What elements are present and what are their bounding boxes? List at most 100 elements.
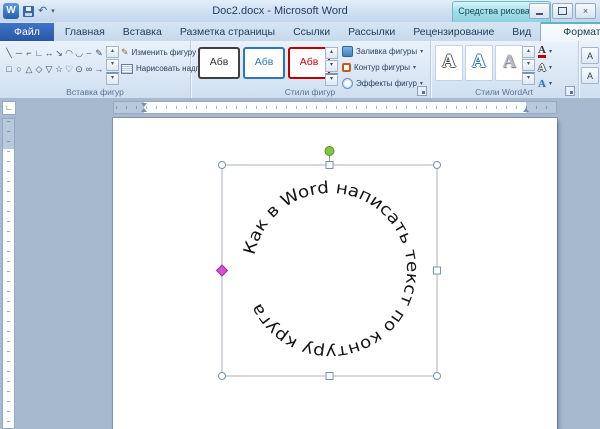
shape-gallery-up-icon[interactable]: ▴ [106, 46, 119, 58]
text-outline-button[interactable]: А ▾ [538, 61, 552, 74]
tab-file[interactable]: Файл [0, 23, 54, 41]
vertical-ruler[interactable] [2, 118, 15, 429]
shape-gallery-more-icon[interactable]: ▾ [106, 72, 119, 85]
text-fill-icon: А [538, 44, 546, 58]
word-logo-icon[interactable]: W [3, 3, 19, 19]
shape-circle-icon[interactable]: ○ [14, 62, 24, 76]
shape-scribble-icon[interactable]: ✎ [94, 46, 104, 60]
shape-infinity-icon[interactable]: ∞ [84, 62, 94, 76]
group-insert-shapes: ╲ ─ ⌐ ∟ ↔ ↘ ◠ ◡ ⌣ ✎ □ ○ △ ◇ ▽ ☆ ♡ ⊙ ∞ → … [0, 41, 213, 98]
tab-selector-box[interactable]: ∟ [2, 101, 16, 115]
resize-handle-e[interactable] [433, 266, 441, 275]
resize-handle-ne[interactable] [433, 161, 441, 169]
title-bar: W ↶ ▾ Doc2.docx - Microsoft Word Средств… [0, 0, 600, 23]
group-shape-styles: Абв Абв Абв ▴ ▾ ▾ Заливка фигуры ▾ Конту… [190, 41, 431, 98]
shape-arc-up-icon[interactable]: ◠ [64, 46, 74, 60]
maximize-button[interactable] [552, 3, 573, 19]
cutoff-button-2[interactable]: А [581, 67, 599, 84]
adjustment-diamond-handle[interactable] [215, 264, 229, 277]
cutoff-icon-1: А [586, 50, 593, 61]
ribbon-tab-bar: Файл Главная Вставка Разметка страницы С… [0, 22, 600, 42]
paint-bucket-icon [342, 46, 353, 57]
shape-triangle-icon[interactable]: △ [24, 62, 34, 76]
shape-fill-button[interactable]: Заливка фигуры ▾ [342, 45, 423, 58]
shape-styles-dialog-launcher-icon[interactable] [417, 86, 427, 96]
maximize-icon [558, 7, 567, 15]
resize-handle-n[interactable] [325, 161, 334, 169]
tab-format-active[interactable]: Формат [540, 22, 600, 41]
shape-arc-down-icon[interactable]: ◡ [74, 46, 84, 60]
wordart-more-icon[interactable]: ▾ [522, 72, 535, 85]
shape-gallery-row-2: □ ○ △ ◇ ▽ ☆ ♡ ⊙ ∞ → [4, 62, 104, 76]
shape-arrow-icon[interactable]: ↔ [44, 46, 54, 60]
shape-style-gallery: Абв Абв Абв [198, 47, 330, 79]
tab-mailings[interactable]: Рассылки [339, 23, 404, 41]
shape-style-preview-2[interactable]: Абв [243, 47, 285, 79]
wordart-style-preview-3[interactable]: А [495, 45, 523, 81]
undo-icon[interactable]: ↶ [38, 3, 47, 19]
cutoff-button-1[interactable]: А [581, 47, 599, 64]
shape-style-scroll: ▴ ▾ ▾ [325, 47, 338, 86]
save-icon[interactable] [23, 5, 34, 17]
text-fill-button[interactable]: А ▾ [538, 45, 552, 58]
shape-elbow-icon[interactable]: ⌐ [24, 46, 34, 60]
chevron-down-icon: ▾ [412, 65, 416, 71]
document-page[interactable]: Как в Word написать текст по контуру кру… [113, 118, 557, 429]
shape-outline-button[interactable]: Контур фигуры ▾ [342, 61, 423, 74]
chevron-down-icon: ▾ [548, 65, 552, 71]
shape-diamond-icon[interactable]: ◇ [34, 62, 44, 76]
close-button[interactable]: × [575, 3, 596, 19]
circular-wordart-text[interactable]: Как в Word написать текст по контуру кру… [240, 178, 422, 362]
wordart-style-preview-2[interactable]: А [465, 45, 493, 81]
shape-style-preview-3[interactable]: Абв [288, 47, 330, 79]
shape-star-icon[interactable]: ☆ [54, 62, 64, 76]
tab-page-layout[interactable]: Разметка страницы [171, 23, 284, 41]
shape-style-down-icon[interactable]: ▾ [325, 60, 338, 72]
qat-dropdown-icon[interactable]: ▾ [51, 7, 55, 15]
shape-hline-icon[interactable]: ─ [14, 46, 24, 60]
shape-triangle-down-icon[interactable]: ▽ [44, 62, 54, 76]
wordart-buttons: А ▾ А ▾ А ▾ [538, 45, 552, 90]
vertical-ruler-ticks [7, 121, 10, 426]
tab-view[interactable]: Вид [503, 23, 540, 41]
window-title: Doc2.docx - Microsoft Word [212, 5, 348, 17]
wordart-dialog-launcher-icon[interactable] [565, 86, 575, 96]
shape-diag-arrow-icon[interactable]: ↘ [54, 46, 64, 60]
shape-gallery-down-icon[interactable]: ▾ [106, 59, 119, 71]
tab-home[interactable]: Главная [56, 23, 114, 41]
chevron-down-icon: ▾ [420, 49, 424, 55]
tab-review[interactable]: Рецензирование [404, 23, 503, 41]
shape-donut-icon[interactable]: ⊙ [74, 62, 84, 76]
tab-insert[interactable]: Вставка [114, 23, 171, 41]
shape-rectangle-icon[interactable]: □ [4, 62, 14, 76]
wordart-style-preview-1[interactable]: А [435, 45, 463, 81]
edit-shape-label: Изменить фигуру [131, 48, 197, 57]
shape-line-icon[interactable]: ╲ [4, 46, 14, 60]
quick-access-toolbar: W ↶ ▾ [3, 2, 55, 20]
tab-references[interactable]: Ссылки [284, 23, 339, 41]
shape-curve-icon[interactable]: ⌣ [84, 46, 94, 60]
shape-style-up-icon[interactable]: ▴ [325, 47, 338, 59]
shape-gallery-scroll: ▴ ▾ ▾ [106, 46, 119, 85]
right-indent-marker[interactable] [523, 108, 529, 112]
rotation-handle[interactable] [324, 146, 335, 156]
wordart-down-icon[interactable]: ▾ [522, 59, 535, 71]
resize-handle-sw[interactable] [218, 372, 226, 380]
resize-handle-nw[interactable] [218, 161, 226, 169]
resize-handle-s[interactable] [325, 372, 334, 380]
group-label-insert-shapes: Вставка фигур [66, 87, 124, 97]
wordart-scroll: ▴ ▾ ▾ [522, 46, 535, 85]
shape-block-arrow-icon[interactable]: → [94, 62, 104, 76]
first-line-indent-marker[interactable] [141, 103, 147, 107]
horizontal-ruler[interactable] [113, 101, 557, 114]
group-label-wordart-styles: Стили WordArt [475, 87, 533, 97]
shape-style-preview-1[interactable]: Абв [198, 47, 240, 79]
group-cutoff: А А [578, 41, 600, 98]
resize-handle-se[interactable] [433, 372, 441, 380]
shape-heart-icon[interactable]: ♡ [64, 62, 74, 76]
wordart-up-icon[interactable]: ▴ [522, 46, 535, 58]
minimize-button[interactable] [529, 3, 550, 19]
shape-angle-icon[interactable]: ∟ [34, 46, 44, 60]
hanging-indent-marker[interactable] [141, 108, 147, 112]
shape-style-more-icon[interactable]: ▾ [325, 73, 338, 86]
